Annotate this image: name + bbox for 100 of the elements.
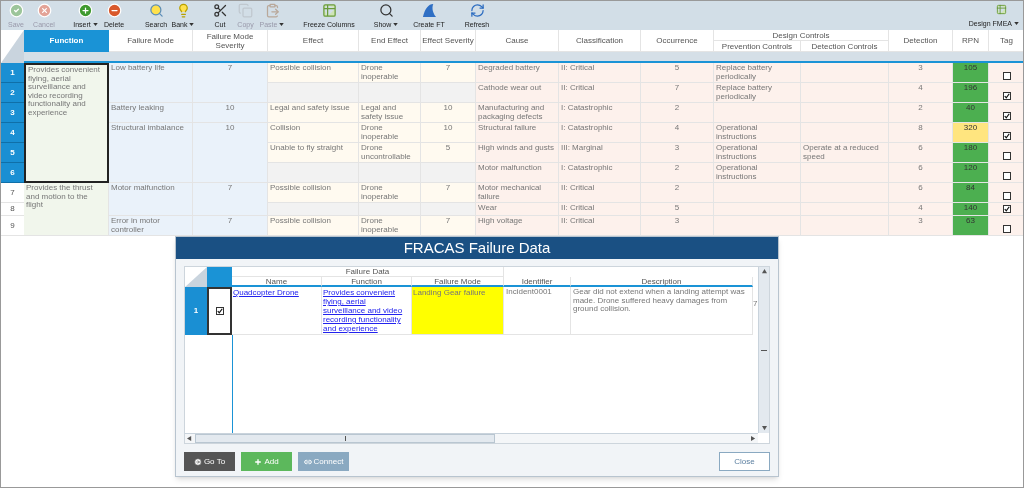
- prevention-cell: Operational instructions: [714, 143, 801, 163]
- failure-mode-cell: Battery leaking: [109, 103, 193, 123]
- column-header[interactable]: Identifier: [504, 277, 571, 287]
- occurrence-cell: 5: [641, 63, 714, 83]
- effect-cell: Possible collision: [268, 63, 359, 83]
- effect-cell: Unable to fly straight: [268, 143, 359, 163]
- row-number[interactable]: 3: [1, 103, 24, 123]
- failure-mode-cell: Motor malfunction: [109, 183, 193, 216]
- column-header[interactable]: Classification: [559, 30, 641, 52]
- failure-mode-cell: Low battery life: [109, 63, 193, 103]
- effect-cell: Possible collision: [268, 183, 359, 203]
- cause-cell: Structural failure: [476, 123, 559, 143]
- failure-mode-cell: Error in motor controller: [109, 216, 193, 236]
- end-effect-cell: Drone inoperable: [359, 183, 421, 203]
- row-number[interactable]: 8: [1, 203, 24, 216]
- classification-cell: I: Catastrophic: [559, 123, 641, 143]
- severity-cell: 7: [421, 63, 476, 83]
- go-to-button[interactable]: Go To: [184, 452, 235, 471]
- group-header: Design Controls: [714, 30, 889, 41]
- end-effect-cell: Drone inoperable: [359, 123, 421, 143]
- end-effect-cell: Legal and safety issue: [359, 103, 421, 123]
- row-number[interactable]: 2: [1, 83, 24, 103]
- occurrence-cell: 3: [641, 143, 714, 163]
- rpn-cell: 120: [953, 163, 989, 183]
- column-header[interactable]: Description: [571, 277, 753, 287]
- detection-control-cell: Operate at a reduced speed: [801, 143, 889, 163]
- severity-cell: 5: [421, 143, 476, 163]
- severity-cell: 7: [421, 216, 476, 236]
- classification-cell: I: Catastrophic: [559, 103, 641, 123]
- severity-cell: 10: [421, 123, 476, 143]
- cause-cell: High voltage: [476, 216, 559, 236]
- severity-cell: 10: [193, 103, 268, 123]
- classification-cell: II: Critical: [559, 83, 641, 103]
- column-header[interactable]: Name: [232, 277, 322, 287]
- detection-cell: 4: [889, 203, 953, 216]
- cause-cell: Degraded battery: [476, 63, 559, 83]
- rpn-cell: 320: [953, 123, 989, 143]
- rpn-cell: 180: [953, 143, 989, 163]
- severity-cell: 7: [421, 183, 476, 203]
- rpn-cell: 84: [953, 183, 989, 203]
- cause-cell: Motor malfunction: [476, 163, 559, 183]
- prevention-cell: Replace battery periodically: [714, 83, 801, 103]
- rpn-cell: 40: [953, 103, 989, 123]
- detection-cell: 4: [889, 83, 953, 103]
- close-button[interactable]: Close: [719, 452, 770, 471]
- detection-cell: 3: [889, 216, 953, 236]
- column-header[interactable]: Function: [322, 277, 412, 287]
- function-link[interactable]: Provides convenient flying, aerial surveillance and video recording functionality and experience: [323, 288, 410, 333]
- end-effect-cell: Drone uncontrollable: [359, 143, 421, 163]
- column-header[interactable]: Occurrence: [641, 30, 714, 52]
- cause-cell: Motor mechanical failure: [476, 183, 559, 203]
- column-header[interactable]: RPN: [953, 30, 989, 52]
- table-cell: 7: [753, 299, 758, 308]
- severity-cell: 10: [193, 123, 268, 183]
- failure-mode-cell: Landing Gear failure: [412, 287, 504, 335]
- detection-cell: 6: [889, 143, 953, 163]
- failure-mode-cell: Structural imbalance: [109, 123, 193, 183]
- column-header[interactable]: Failure Mode Severity: [193, 30, 268, 52]
- occurrence-cell: 3: [641, 216, 714, 236]
- end-effect-cell: Drone inoperable: [359, 63, 421, 83]
- prevention-cell: Operational instructions: [714, 163, 801, 183]
- detection-cell: 6: [889, 163, 953, 183]
- occurrence-cell: 4: [641, 123, 714, 143]
- column-header[interactable]: Cause: [476, 30, 559, 52]
- detection-cell: 2: [889, 103, 953, 123]
- classification-cell: II: Critical: [559, 203, 641, 216]
- severity-cell: 10: [421, 103, 476, 123]
- rpn-cell: 140: [953, 203, 989, 216]
- row-number[interactable]: 6: [1, 163, 24, 183]
- dialog-title: FRACAS Failure Data: [176, 237, 778, 259]
- row-number[interactable]: 1: [185, 287, 207, 335]
- classification-cell: III: Marginal: [559, 143, 641, 163]
- column-header[interactable]: Effect Severity: [421, 30, 476, 52]
- row-number[interactable]: 5: [1, 143, 24, 163]
- classification-cell: II: Critical: [559, 216, 641, 236]
- name-link[interactable]: Quadcopter Drone: [233, 288, 299, 297]
- severity-cell: 7: [193, 216, 268, 236]
- occurrence-cell: 2: [641, 103, 714, 123]
- rpn-cell: 105: [953, 63, 989, 83]
- column-header[interactable]: Failure Mode: [109, 30, 193, 52]
- detection-cell: 6: [889, 183, 953, 203]
- cause-cell: High winds and gusts: [476, 143, 559, 163]
- rpn-cell: 63: [953, 216, 989, 236]
- classification-cell: II: Critical: [559, 63, 641, 83]
- row-number[interactable]: 4: [1, 123, 24, 143]
- end-effect-cell: Drone inoperable: [359, 216, 421, 236]
- effect-cell: Possible collision: [268, 216, 359, 236]
- severity-cell: 7: [193, 183, 268, 216]
- detection-cell: 3: [889, 63, 953, 83]
- occurrence-cell: 5: [641, 203, 714, 216]
- column-header[interactable]: Detection: [889, 30, 953, 52]
- classification-cell: II: Critical: [559, 183, 641, 203]
- detection-cell: 8: [889, 123, 953, 143]
- identifier-cell: Incident0001: [504, 287, 571, 335]
- cause-cell: Wear: [476, 203, 559, 216]
- prevention-cell: Operational instructions: [714, 123, 801, 143]
- row-number[interactable]: 1: [1, 63, 24, 83]
- column-header[interactable]: Effect: [268, 30, 359, 52]
- description-cell: Gear did not extend when a landing attempt was made. Drone suffered heavy damages from ground collision.: [571, 287, 753, 335]
- column-header[interactable]: End Effect: [359, 30, 421, 52]
